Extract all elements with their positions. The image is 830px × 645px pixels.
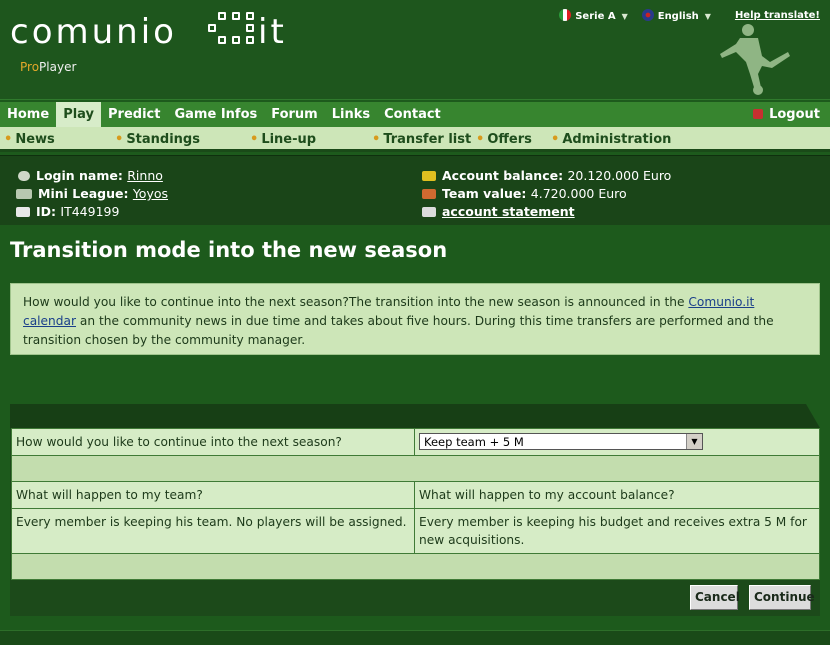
nav-home[interactable]: Home: [0, 102, 56, 127]
question-label: How would you like to continue into the …: [11, 428, 415, 456]
balance-answer: Every member is keeping his budget and r…: [414, 508, 820, 554]
main-navigation: Home Play Predict Game Infos Forum Links…: [0, 102, 830, 127]
subnav-administration-label: Administration: [562, 132, 672, 147]
login-row: Login name: Rinno: [18, 168, 163, 183]
subnav-offers-label: Offers: [487, 132, 532, 147]
logout-icon: [753, 109, 764, 119]
balance-question: What will happen to my account balance?: [414, 481, 820, 509]
nav-forum[interactable]: Forum: [264, 102, 325, 127]
nav-play[interactable]: Play: [56, 102, 102, 127]
logo-domain: it: [258, 12, 287, 52]
subnav-transfer-list-label: Transfer list: [383, 132, 472, 147]
team-answer: Every member is keeping his team. No pla…: [11, 508, 415, 554]
balance-label: Account balance:: [442, 168, 564, 183]
help-translate-link[interactable]: Help translate!: [735, 10, 820, 21]
subnav-news[interactable]: • News: [4, 127, 55, 152]
football-player-icon: [720, 24, 790, 95]
info-text-2: an the community news in due time and ta…: [23, 314, 774, 347]
player-label: Player: [39, 60, 77, 74]
transition-mode-select[interactable]: Keep team + 5 M ▼: [419, 433, 703, 450]
team-question: What will happen to my team?: [11, 481, 415, 509]
login-name-link[interactable]: Rinno: [127, 168, 163, 183]
subnav-standings[interactable]: • Standings: [115, 127, 200, 152]
table-row: How would you like to continue into the …: [11, 428, 820, 456]
league-row: Mini League: Yoyos: [16, 186, 168, 201]
uk-flag-icon: [641, 8, 654, 21]
money-icon: [422, 171, 436, 181]
subnav-line-up[interactable]: • Line-up: [250, 127, 316, 152]
language-selector[interactable]: English ▼: [641, 8, 711, 22]
statement-icon: [422, 207, 436, 217]
spacer-row: [11, 553, 820, 580]
bullet-icon: •: [115, 132, 124, 147]
account-summary: Login name: Rinno Mini League: Yoyos ID:…: [0, 155, 830, 225]
chevron-down-icon: ▼: [621, 11, 628, 21]
team-value-label: Team value:: [442, 186, 527, 201]
logout-label: Logout: [769, 107, 820, 122]
subnav-administration[interactable]: • Administration: [551, 127, 671, 152]
cancel-button[interactable]: Cancel: [690, 585, 740, 610]
bullet-icon: •: [372, 132, 381, 147]
site-header: comunio it ProPlayer Serie A ▼ English ▼ H…: [0, 0, 830, 100]
logout-button[interactable]: Logout: [753, 102, 820, 127]
subnav-standings-label: Standings: [126, 132, 200, 147]
subnav-transfer-list[interactable]: • Transfer list: [372, 127, 471, 152]
balance-value: 20.120.000 Euro: [567, 168, 672, 183]
id-row: ID: IT449199: [16, 204, 119, 219]
login-label: Login name:: [36, 168, 123, 183]
bullet-icon: •: [250, 132, 259, 147]
info-text-1: How would you like to continue into the …: [23, 295, 689, 309]
balance-row: Account balance: 20.120.000 Euro: [422, 168, 671, 183]
chevron-down-icon: ▼: [704, 11, 711, 21]
footer: [0, 630, 830, 645]
id-label: ID:: [36, 204, 57, 219]
logo-dots-icon: [208, 12, 258, 58]
table-row: [11, 455, 820, 482]
sub-navigation: • News • Standings • Line-up • Transfer list…: [0, 127, 830, 152]
mini-league-link[interactable]: Yoyos: [133, 186, 168, 201]
id-value: IT449199: [60, 204, 120, 219]
account-statement-link[interactable]: account statement: [442, 204, 575, 219]
spacer-row: [11, 455, 820, 482]
nav-predict[interactable]: Predict: [101, 102, 167, 127]
select-cell: Keep team + 5 M ▼: [414, 428, 820, 456]
bullet-icon: •: [476, 132, 485, 147]
top-links: Serie A ▼ English ▼ Help translate!: [559, 7, 820, 23]
header-corner: [806, 404, 820, 428]
proplayer-tagline: ProPlayer: [20, 60, 76, 74]
team-icon: [422, 189, 436, 199]
selected-option: Keep team + 5 M: [424, 434, 524, 449]
chevron-down-icon[interactable]: ▼: [686, 434, 702, 449]
user-icon: [18, 171, 30, 181]
team-value-value: 4.720.000 Euro: [530, 186, 627, 201]
statement-row: account statement: [422, 204, 575, 219]
subnav-offers[interactable]: • Offers: [476, 127, 532, 152]
id-card-icon: [16, 207, 30, 217]
subnav-news-label: News: [15, 132, 55, 147]
pro-label: Pro: [20, 60, 40, 74]
league-selector[interactable]: Serie A ▼: [559, 8, 628, 22]
nav-contact[interactable]: Contact: [377, 102, 448, 127]
info-box: How would you like to continue into the …: [10, 283, 820, 355]
bullet-icon: •: [551, 132, 560, 147]
comunio-logo[interactable]: comunio it ProPlayer: [10, 12, 310, 74]
nav-links[interactable]: Links: [325, 102, 377, 127]
subnav-line-up-label: Line-up: [261, 132, 317, 147]
bullet-icon: •: [4, 132, 13, 147]
form-header: [10, 404, 820, 428]
page-title: Transition mode into the new season: [10, 238, 448, 262]
league-label: Serie A: [575, 10, 616, 22]
transition-table: How would you like to continue into the …: [11, 428, 820, 580]
logo-wordmark: comunio: [10, 12, 177, 52]
italy-flag-icon: [559, 8, 572, 21]
continue-button[interactable]: Continue: [749, 585, 815, 610]
table-row: Every member is keeping his team. No pla…: [11, 508, 820, 554]
table-row: [11, 553, 820, 580]
table-row: What will happen to my team? What will h…: [11, 481, 820, 509]
group-icon: [16, 189, 32, 199]
language-label: English: [657, 10, 699, 22]
team-value-row: Team value: 4.720.000 Euro: [422, 186, 627, 201]
nav-game-infos[interactable]: Game Infos: [167, 102, 264, 127]
league-label: Mini League:: [38, 186, 129, 201]
